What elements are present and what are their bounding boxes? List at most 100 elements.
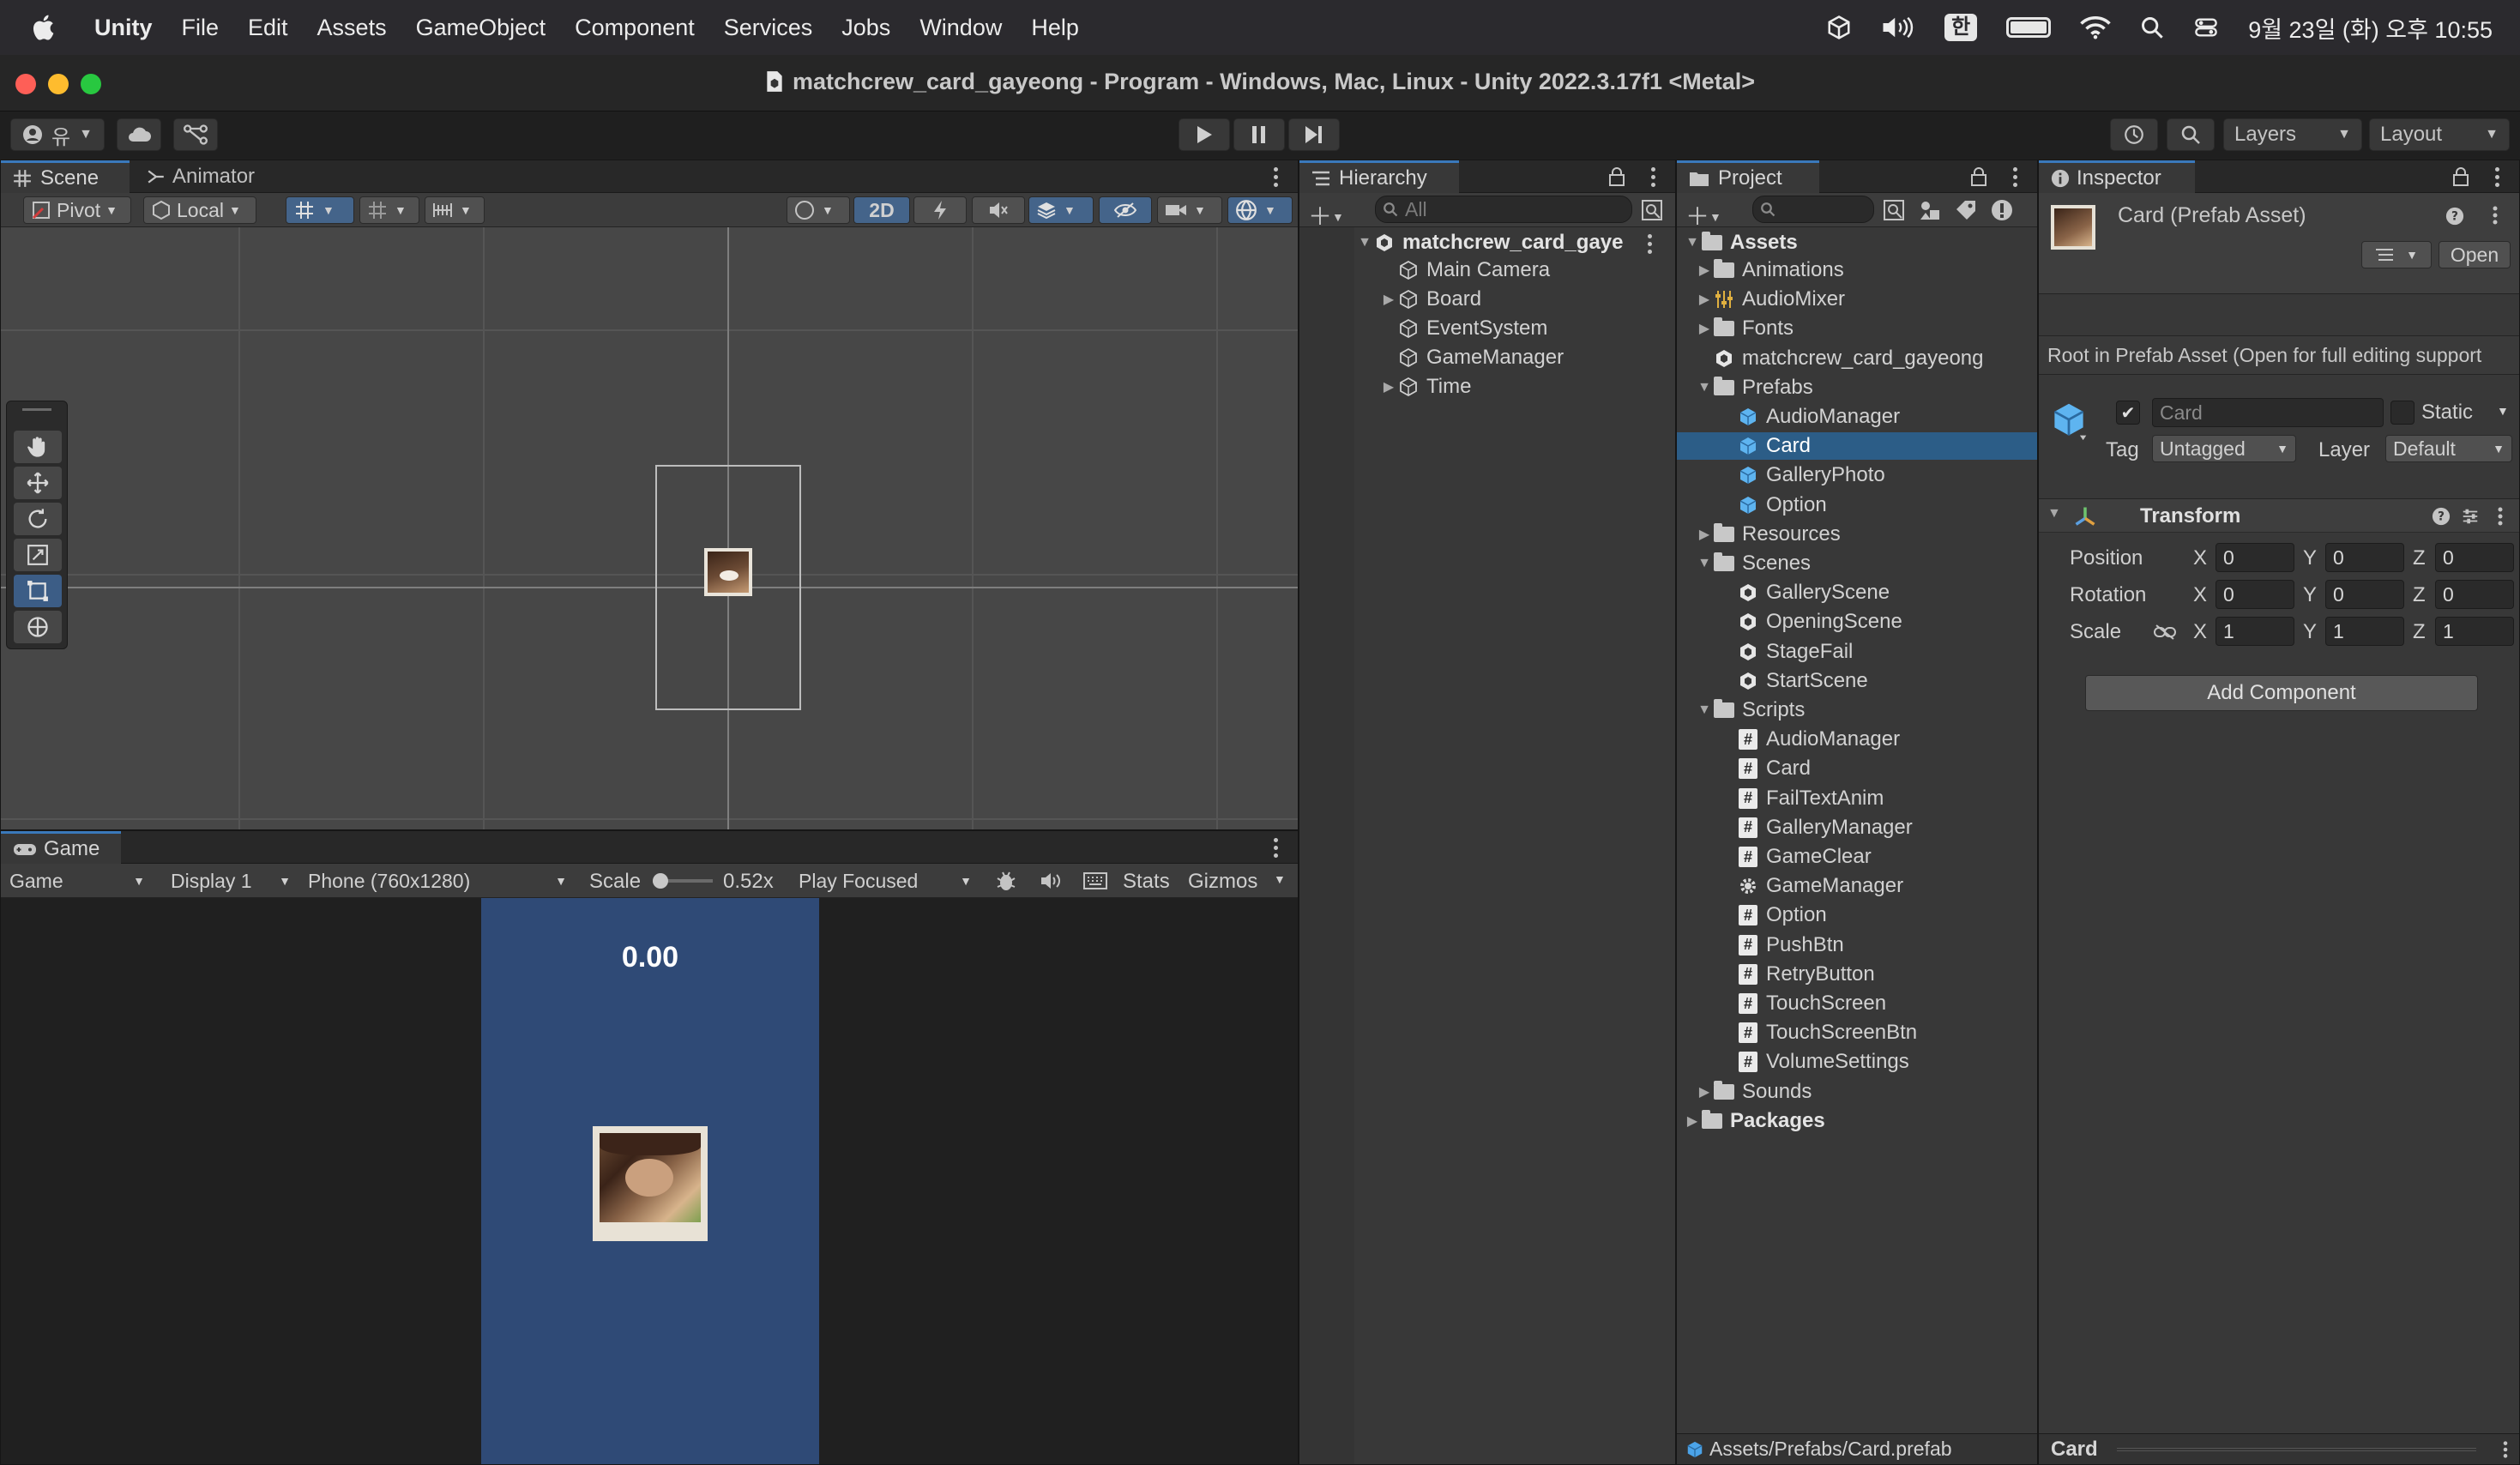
menu-assets[interactable]: Assets	[317, 15, 387, 41]
constrain-proportions-icon[interactable]	[2154, 624, 2176, 641]
axis-label-x[interactable]: X	[2193, 546, 2207, 570]
transform-rotation-z-field[interactable]: 0	[2435, 580, 2514, 609]
project-item[interactable]: GameManager	[1677, 872, 2037, 900]
undo-history-button[interactable]	[2110, 118, 2158, 151]
preview-drag-handle[interactable]	[2116, 1447, 2476, 1451]
search-button[interactable]	[2167, 118, 2215, 151]
keyboard-toggle[interactable]	[1076, 867, 1114, 895]
scale-slider-thumb[interactable]	[653, 873, 668, 889]
effects-toggle[interactable]: ▼	[1028, 196, 1094, 224]
scene-row-more-icon[interactable]	[1648, 234, 1653, 255]
help-icon[interactable]: ?	[2445, 207, 2464, 226]
menu-gameobject[interactable]: GameObject	[416, 15, 546, 41]
expand-arrow-icon[interactable]: ▶	[1684, 1112, 1701, 1130]
expand-arrow-icon[interactable]: ▶	[1380, 291, 1397, 308]
hierarchy-item[interactable]: ▶ Time	[1299, 373, 1675, 401]
local-dropdown[interactable]: Local ▼	[143, 196, 256, 224]
project-item[interactable]: GalleryScene	[1677, 579, 2037, 606]
scene-filter-icon[interactable]	[1641, 199, 1665, 221]
hierarchy-item[interactable]: Main Camera	[1299, 256, 1675, 284]
lock-icon[interactable]	[1608, 167, 1625, 186]
project-item[interactable]: OpeningScene	[1677, 608, 2037, 636]
project-item[interactable]: Card	[1677, 432, 2037, 461]
transform-rotation-y-field[interactable]: 0	[2325, 580, 2404, 609]
expand-arrow-icon[interactable]: ▼	[1696, 556, 1713, 571]
filter-by-type-icon[interactable]	[1919, 199, 1941, 221]
expand-arrow-icon[interactable]: ▼	[1696, 380, 1713, 395]
tab-project[interactable]: Project	[1677, 160, 1819, 193]
wifi-icon[interactable]	[2080, 15, 2111, 39]
collapse-arrow-icon[interactable]: ▼	[2047, 506, 2061, 521]
unity-status-icon[interactable]	[1826, 15, 1852, 40]
component-more-icon[interactable]	[2497, 506, 2504, 527]
project-item[interactable]: # GameClear	[1677, 843, 2037, 871]
card-sprite[interactable]	[704, 548, 752, 596]
inspector-more-icon[interactable]	[2495, 167, 2500, 188]
project-item[interactable]: # FailTextAnim	[1677, 785, 2037, 812]
tab-scene[interactable]: Scene	[1, 160, 130, 193]
menu-help[interactable]: Help	[1031, 15, 1079, 41]
layout-dropdown[interactable]: Layout ▼	[2369, 118, 2510, 151]
project-item[interactable]: ▶ Animations	[1677, 256, 2037, 284]
play-button[interactable]	[1179, 118, 1230, 151]
stats-toggle[interactable]: Stats	[1123, 870, 1170, 894]
game-screen[interactable]: 0.00	[481, 898, 819, 1464]
menu-app-name[interactable]: Unity	[94, 15, 153, 41]
project-item[interactable]: ▼ Scenes	[1677, 550, 2037, 577]
input-source-indicator[interactable]: 한	[1944, 14, 1978, 41]
account-dropdown[interactable]: 유 ▼	[10, 118, 105, 151]
axis-label-x[interactable]: X	[2193, 583, 2207, 607]
project-item[interactable]: Option	[1677, 491, 2037, 519]
increment-snap-toggle[interactable]: ▼	[425, 196, 485, 224]
tab-game[interactable]: Game	[1, 831, 121, 864]
help-icon[interactable]: ?	[2432, 507, 2451, 526]
gizmos-toggle[interactable]: ▼	[1227, 196, 1293, 224]
drag-handle[interactable]	[22, 408, 51, 411]
preview-more-icon[interactable]	[2502, 1440, 2509, 1459]
spotlight-search-icon[interactable]	[2140, 15, 2164, 39]
lock-icon[interactable]	[2452, 167, 2469, 186]
asset-more-icon[interactable]	[2492, 205, 2499, 226]
version-control-button[interactable]	[173, 118, 218, 151]
active-checkbox[interactable]: ✔	[2116, 401, 2140, 425]
search-by-type-icon[interactable]	[1883, 199, 1905, 221]
project-item[interactable]: # AudioManager	[1677, 726, 2037, 753]
project-item[interactable]: # Card	[1677, 755, 2037, 782]
menu-window[interactable]: Window	[919, 15, 1002, 41]
cloud-button[interactable]	[117, 118, 161, 151]
project-search-input[interactable]	[1752, 196, 1874, 223]
step-button[interactable]	[1288, 118, 1340, 151]
pivot-dropdown[interactable]: Pivot ▼	[23, 196, 131, 224]
filter-by-label-icon[interactable]	[1955, 199, 1977, 221]
add-component-button[interactable]: Add Component	[2085, 675, 2478, 711]
chevron-down-icon[interactable]: ▼	[1274, 872, 1286, 886]
tag-dropdown[interactable]: Untagged ▼	[2152, 435, 2296, 462]
presets-icon[interactable]	[2461, 507, 2480, 526]
control-center-icon[interactable]	[2193, 15, 2219, 39]
layer-dropdown[interactable]: Default ▼	[2385, 435, 2512, 462]
debug-toggle[interactable]	[987, 867, 1025, 895]
transform-tool[interactable]	[14, 611, 62, 643]
project-item[interactable]: ▶ AudioMixer	[1677, 286, 2037, 313]
static-checkbox[interactable]	[2390, 401, 2414, 425]
axis-label-z[interactable]: Z	[2413, 583, 2426, 607]
game-viewport[interactable]: 0.00	[1, 898, 1298, 1464]
scene-visibility-toggle[interactable]	[1099, 196, 1152, 224]
menubar-clock[interactable]: 9월 23일 (화) 오후 10:55	[2248, 11, 2493, 45]
project-item[interactable]: # Option	[1677, 901, 2037, 929]
asset-label-dropdown[interactable]: ▼	[2361, 241, 2432, 268]
hierarchy-item[interactable]: ▶ Board	[1299, 286, 1675, 313]
open-prefab-button[interactable]: Open	[2439, 241, 2511, 268]
rect-tool[interactable]	[14, 575, 62, 607]
project-item[interactable]: # TouchScreen	[1677, 990, 2037, 1017]
project-item[interactable]: AudioManager	[1677, 403, 2037, 431]
project-assets-root[interactable]: ▼ Assets	[1677, 229, 2037, 256]
scene-viewport[interactable]	[1, 227, 1298, 829]
menu-edit[interactable]: Edit	[248, 15, 288, 41]
game-more-icon[interactable]	[1274, 838, 1279, 859]
grid-snap-toggle[interactable]: ▼	[286, 196, 354, 224]
display-select[interactable]: Display 1 ▼	[164, 867, 298, 895]
axis-label-z[interactable]: Z	[2413, 546, 2426, 570]
scene-more-icon[interactable]	[1274, 167, 1279, 188]
expand-arrow-icon[interactable]: ▶	[1380, 378, 1397, 395]
